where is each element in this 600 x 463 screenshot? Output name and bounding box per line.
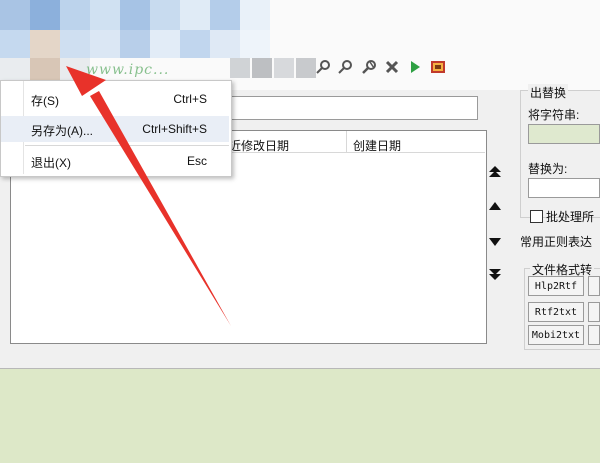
batch-checkbox-label: 批处理所 — [546, 210, 595, 224]
replace-input[interactable] — [528, 178, 600, 198]
move-up-button[interactable] — [485, 196, 505, 216]
group-title: 出替换 — [528, 84, 569, 101]
menu-item-save-as[interactable]: 另存为(A)... Ctrl+Shift+S — [1, 116, 229, 142]
find-next-icon[interactable] — [336, 58, 354, 76]
play-icon[interactable] — [406, 58, 424, 76]
move-down-button[interactable] — [485, 232, 505, 252]
title-bar: www.ipc... — [0, 0, 600, 90]
find-label: 将字符串: — [528, 108, 580, 122]
delete-icon[interactable] — [383, 58, 401, 76]
settings-icon[interactable] — [360, 58, 378, 76]
menu-item-save-as-label: 另存为(A)... — [31, 124, 93, 138]
path-input[interactable] — [228, 96, 478, 120]
image-icon[interactable] — [429, 58, 447, 76]
watermark-text: www.ipc... — [86, 62, 170, 78]
batch-checkbox[interactable] — [530, 210, 543, 223]
format-button-partial[interactable] — [588, 302, 600, 322]
move-top-button[interactable] — [485, 162, 505, 182]
find-input[interactable] — [528, 124, 600, 144]
menu-separator — [25, 145, 229, 146]
status-bar — [0, 368, 600, 463]
menu-item-exit-label: 退出(X) — [31, 156, 71, 170]
menu-item-save-shortcut: Ctrl+S — [173, 92, 207, 106]
menu-item-exit-shortcut: Esc — [186, 154, 207, 168]
format-button-partial[interactable] — [588, 276, 600, 296]
replace-panel: 出替换 将字符串: 替换为: 批处理所 常用正则表达 文件格式转 Hlp2Rtf… — [520, 78, 600, 350]
mobi2txt-button[interactable]: Mobi2txt — [528, 325, 584, 345]
rtf2txt-button[interactable]: Rtf2txt — [528, 302, 584, 322]
menu-item-exit[interactable]: 退出(X) Esc — [1, 148, 229, 174]
file-menu: 存(S) Ctrl+S 另存为(A)... Ctrl+Shift+S 退出(X)… — [0, 80, 232, 177]
column-header-modified[interactable]: 近修改日期 — [223, 131, 347, 153]
regex-label: 常用正则表达 — [520, 235, 593, 249]
menu-item-save-as-shortcut: Ctrl+Shift+S — [142, 122, 207, 136]
menu-item-save-label: 存(S) — [31, 94, 59, 108]
hlp2rtf-button[interactable]: Hlp2Rtf — [528, 276, 584, 296]
column-header-created[interactable]: 创建日期 — [347, 131, 485, 153]
move-bottom-button[interactable] — [485, 264, 505, 284]
search-icon[interactable] — [314, 58, 332, 76]
replace-label: 替换为: — [528, 162, 568, 176]
format-button-partial[interactable] — [588, 325, 600, 345]
menu-item-save[interactable]: 存(S) Ctrl+S — [1, 86, 229, 112]
